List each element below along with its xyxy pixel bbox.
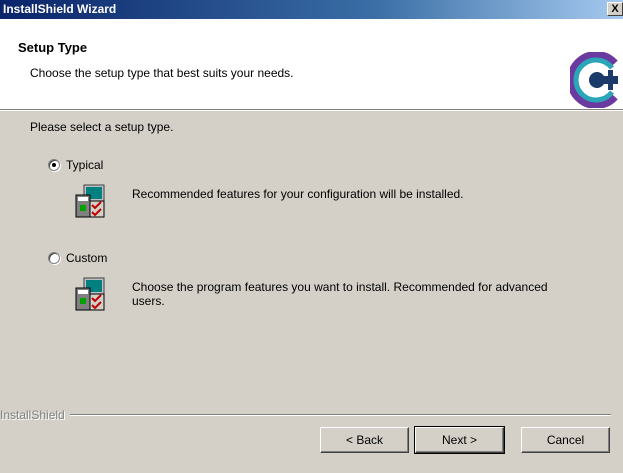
setup-type-prompt: Please select a setup type. xyxy=(30,120,174,134)
installshield-wizard-window: InstallShield Wizard X Setup Type Choose… xyxy=(0,0,623,473)
wizard-header: Setup Type Choose the setup type that be… xyxy=(0,19,623,110)
custom-radio-label: Custom xyxy=(66,251,108,265)
header-divider xyxy=(0,110,623,111)
installshield-logo-icon xyxy=(570,52,618,108)
custom-description: Choose the program features you want to … xyxy=(132,280,548,308)
custom-radio-option[interactable]: Custom xyxy=(48,251,107,265)
typical-setup-icon xyxy=(75,184,105,218)
cancel-button[interactable]: Cancel xyxy=(521,427,610,453)
back-button[interactable]: < Back xyxy=(320,427,409,453)
typical-radio-option[interactable]: Typical xyxy=(48,158,103,172)
next-button[interactable]: Next > xyxy=(414,426,505,454)
page-subtitle: Choose the setup type that best suits yo… xyxy=(30,66,294,80)
window-title: InstallShield Wizard xyxy=(3,2,117,16)
divider-line xyxy=(0,414,611,416)
page-title: Setup Type xyxy=(18,40,88,55)
installshield-divider: InstallShield xyxy=(0,408,623,422)
typical-radio-button[interactable] xyxy=(48,159,60,171)
typical-radio-label: Typical xyxy=(66,158,104,172)
custom-setup-icon xyxy=(75,277,105,311)
typical-description: Recommended features for your configurat… xyxy=(132,187,464,201)
installshield-brand-label: InstallShield xyxy=(0,408,70,422)
close-button[interactable]: X xyxy=(607,2,623,16)
custom-radio-button[interactable] xyxy=(48,252,60,264)
title-bar[interactable]: InstallShield Wizard X xyxy=(0,0,623,19)
